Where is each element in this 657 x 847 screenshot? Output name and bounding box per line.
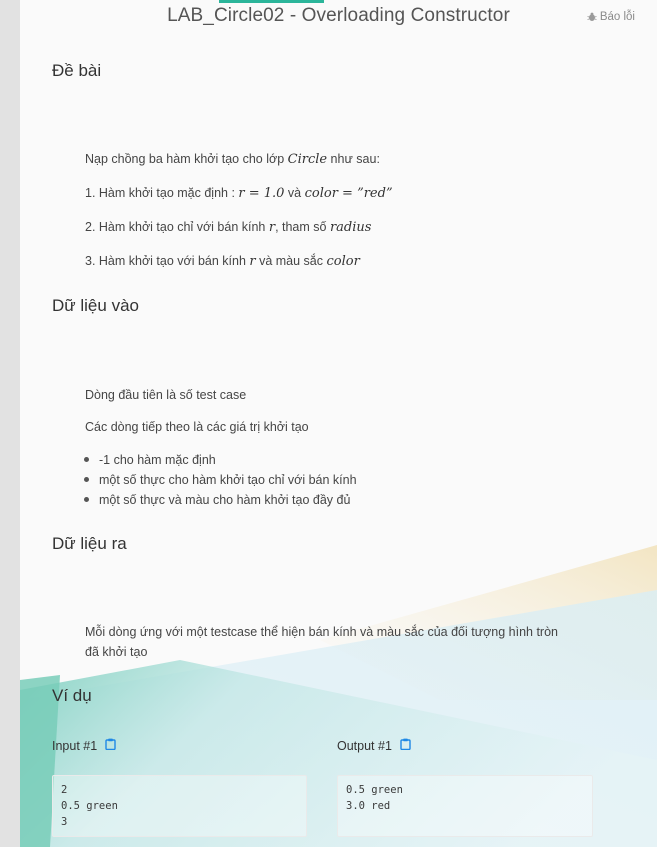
output-line-2: đã khởi tạo <box>85 645 148 659</box>
input-bullet-list: -1 cho hàm mặc định một số thực cho hàm … <box>84 450 357 510</box>
output-line-1: Mỗi dòng ứng với một testcase thể hiện b… <box>85 625 558 639</box>
output-heading: Dữ liệu ra <box>52 534 127 553</box>
page-title: LAB_Circle02 - Overloading Constructor <box>167 5 510 26</box>
problem-item-2: 2. Hàm khởi tạo chỉ với bán kính r, tham… <box>85 220 372 235</box>
problem-heading: Đề bài <box>52 61 102 80</box>
report-label: Báo lỗi <box>599 11 635 23</box>
input-heading: Dữ liệu vào <box>52 296 139 315</box>
list-item: một số thực và màu cho hàm khởi tạo đầy … <box>84 490 357 510</box>
problem-item-3: 3. Hàm khởi tạo với bán kính r và màu sắ… <box>85 254 360 269</box>
code-line: 2 <box>61 784 68 796</box>
math-circle: Circle <box>287 152 328 167</box>
input-line-2: Các dòng tiếp theo là các giá trị khởi t… <box>85 420 309 434</box>
list-item: một số thực cho hàm khởi tạo chỉ với bán… <box>84 470 357 490</box>
output-example-label: Output #1 <box>337 738 411 753</box>
report-bug-button[interactable]: Báo lỗi <box>587 11 635 23</box>
code-line: 0.5 green <box>346 784 403 796</box>
input-example-box[interactable]: 2 0.5 green 3 <box>52 775 307 837</box>
bug-icon <box>587 12 597 22</box>
problem-panel: LAB_Circle02 - Overloading Constructor B… <box>20 0 657 847</box>
code-line: 0.5 green <box>61 800 118 812</box>
list-item: -1 cho hàm mặc định <box>84 450 357 470</box>
code-line: 3 <box>61 816 68 828</box>
clipboard-icon[interactable] <box>400 738 411 753</box>
example-heading: Ví dụ <box>52 686 92 705</box>
clipboard-icon[interactable] <box>105 738 116 753</box>
code-line: 3.0 red <box>346 800 391 812</box>
problem-intro: Nạp chồng ba hàm khởi tạo cho lớp Circle… <box>85 152 380 167</box>
output-example-box[interactable]: 0.5 green 3.0 red <box>337 775 593 837</box>
input-line-1: Dòng đầu tiên là số test case <box>85 388 247 402</box>
input-example-label: Input #1 <box>52 738 116 753</box>
left-rail <box>0 0 20 847</box>
problem-item-1: 1. Hàm khởi tạo mặc định : r = 1.0 và co… <box>85 186 393 201</box>
